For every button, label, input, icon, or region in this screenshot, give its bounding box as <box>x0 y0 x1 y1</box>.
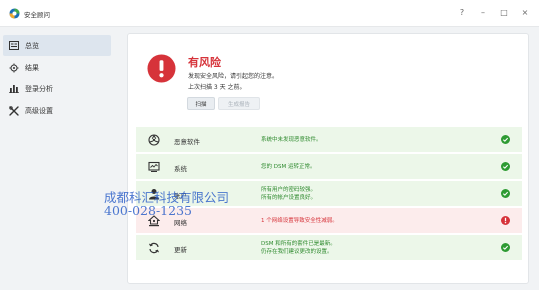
check-message: 所有用户的密码较强。 <box>261 187 317 193</box>
check-message: 1 个网络设置导致安全性减弱。 <box>261 218 338 224</box>
generate-report-button[interactable]: 生成报告 <box>218 97 260 110</box>
status-description: 发现安全风险，请引起您的注意。 <box>188 73 279 80</box>
account-icon <box>149 189 159 200</box>
app-title: 安全顾问 <box>24 11 50 19</box>
network-icon <box>148 215 160 227</box>
check-name: 账户 <box>174 192 187 200</box>
last-scan-text: 上次扫描 3 天 之前。 <box>188 84 246 91</box>
scan-button[interactable]: 扫描 <box>187 97 215 110</box>
check-message: 您的 DSM 运转正常。 <box>261 164 316 170</box>
maximize-button[interactable]: □ <box>500 8 508 18</box>
sidebar-item-login-analysis[interactable]: 登录分析 <box>3 78 111 99</box>
close-button[interactable]: × <box>521 8 529 18</box>
malware-icon <box>148 134 160 146</box>
sidebar-item-advanced-settings[interactable]: 高级设置 <box>3 100 111 121</box>
sidebar-item-label: 结果 <box>25 63 39 72</box>
check-message: 仍存在我们建议更改的设置。 <box>261 249 333 255</box>
overview-panel: 有风险 发现安全风险，请引起您的注意。 上次扫描 3 天 之前。 扫描 生成报告… <box>127 33 529 284</box>
check-warning-icon <box>501 216 510 225</box>
security-advisor-logo-icon <box>9 8 20 19</box>
check-ok-icon <box>501 243 510 252</box>
sidebar-item-label: 登录分析 <box>25 84 53 93</box>
status-title: 有风险 <box>188 56 221 69</box>
minimize-button[interactable]: – <box>479 8 487 18</box>
window-controls: ? – □ × <box>458 8 529 18</box>
check-message: DSM 和所有的套件已是最新。 <box>261 241 336 247</box>
sidebar-item-label: 总览 <box>25 41 39 50</box>
check-row-system[interactable]: 系统 您的 DSM 运转正常。 <box>136 153 522 179</box>
sidebar: 总览 结果 登录分析 高级设置 <box>0 27 116 290</box>
check-message: 系统中未发现恶意软件。 <box>261 137 322 143</box>
check-name: 恶意软件 <box>174 138 200 146</box>
login-analysis-icon <box>9 84 19 94</box>
check-row-network[interactable]: 网络 1 个网络设置导致安全性减弱。 <box>136 207 522 233</box>
check-ok-icon <box>501 162 510 171</box>
check-row-account[interactable]: 账户 所有用户的密码较强。 所有的帐户设置良好。 <box>136 180 522 206</box>
sidebar-item-label: 高级设置 <box>25 106 53 115</box>
advanced-settings-icon <box>9 105 19 116</box>
sidebar-item-results[interactable]: 结果 <box>3 57 111 78</box>
check-ok-icon <box>501 135 510 144</box>
check-name: 网络 <box>174 219 187 227</box>
system-icon <box>148 161 160 172</box>
sidebar-item-overview[interactable]: 总览 <box>3 35 111 56</box>
check-name: 更新 <box>174 246 187 254</box>
update-icon <box>149 242 159 254</box>
check-row-malware[interactable]: 恶意软件 系统中未发现恶意软件。 <box>136 126 522 152</box>
overview-icon <box>9 41 19 51</box>
title-bar: 安全顾问 ? – □ × <box>0 0 539 27</box>
risk-alert-icon <box>147 54 176 83</box>
check-message: 所有的帐户设置良好。 <box>261 195 317 201</box>
help-button[interactable]: ? <box>458 8 466 18</box>
results-icon <box>9 63 19 73</box>
check-row-update[interactable]: 更新 DSM 和所有的套件已是最新。 仍存在我们建议更改的设置。 <box>136 234 522 260</box>
check-ok-icon <box>501 189 510 198</box>
check-name: 系统 <box>174 165 187 173</box>
